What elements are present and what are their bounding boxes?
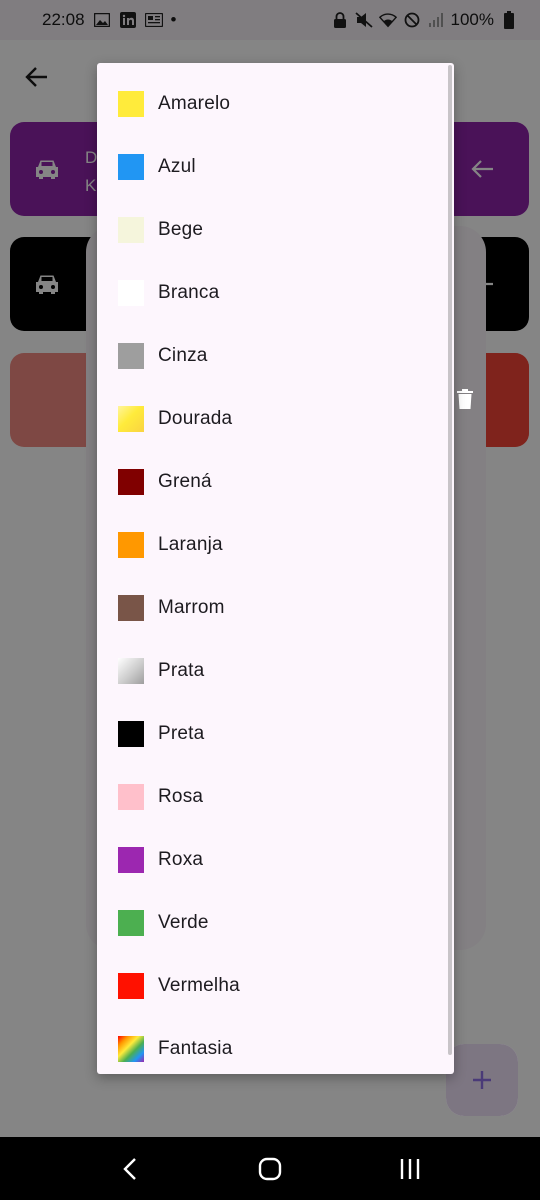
color-swatch (118, 846, 144, 873)
back-nav-icon (123, 1157, 136, 1180)
color-option-label: Azul (158, 155, 196, 177)
color-option-prata[interactable]: Prata (97, 639, 447, 702)
color-option-label: Grená (158, 470, 212, 492)
color-option-label: Marrom (158, 596, 225, 618)
color-swatch (118, 216, 144, 243)
trash-icon[interactable] (457, 389, 473, 409)
color-option-label: Roxa (158, 848, 204, 870)
color-option-label: Amarelo (158, 92, 231, 114)
recents-nav-icon (400, 1158, 420, 1179)
color-option-roxa[interactable]: Roxa (97, 828, 447, 891)
color-option-label: Prata (158, 659, 205, 681)
color-swatch (118, 657, 144, 684)
color-option-label: Rosa (158, 785, 204, 807)
color-option-label: Branca (158, 281, 220, 303)
color-option-fantasia[interactable]: Fantasia (97, 1017, 447, 1074)
color-swatch (118, 468, 144, 495)
menu-scrollbar[interactable] (448, 65, 452, 1055)
color-option-bege[interactable]: Bege (97, 198, 447, 261)
color-option-verde[interactable]: Verde (97, 891, 447, 954)
color-option-label: Dourada (158, 407, 233, 429)
nav-back-button[interactable] (100, 1144, 160, 1194)
nav-home-button[interactable] (240, 1144, 300, 1194)
color-option-laranja[interactable]: Laranja (97, 513, 447, 576)
color-swatch (118, 153, 144, 180)
color-swatch (118, 531, 144, 558)
color-swatch (118, 594, 144, 621)
color-option-marrom[interactable]: Marrom (97, 576, 447, 639)
color-swatch (118, 720, 144, 747)
plus-icon (473, 1071, 491, 1089)
color-option-rosa[interactable]: Rosa (97, 765, 447, 828)
color-option-label: Fantasia (158, 1037, 233, 1059)
nav-recents-button[interactable] (380, 1144, 440, 1194)
color-option-cinza[interactable]: Cinza (97, 324, 447, 387)
color-swatch (118, 90, 144, 117)
color-option-label: Cinza (158, 344, 208, 366)
color-swatch (118, 342, 144, 369)
color-option-azul[interactable]: Azul (97, 135, 447, 198)
color-swatch (118, 972, 144, 999)
color-option-label: Verde (158, 911, 209, 933)
color-option-branca[interactable]: Branca (97, 261, 447, 324)
color-option-label: Vermelha (158, 974, 240, 996)
navigation-bar (0, 1137, 540, 1200)
color-swatch (118, 783, 144, 810)
fab-plus-wrapper (446, 1044, 518, 1116)
color-swatch (118, 279, 144, 306)
color-option-dourada[interactable]: Dourada (97, 387, 447, 450)
color-swatch (118, 909, 144, 936)
color-option-label: Preta (158, 722, 205, 744)
color-option-amarelo[interactable]: Amarelo (97, 72, 447, 135)
color-dropdown-menu: Amarelo Azul Bege Branca Cinza Dourada Grená La… (97, 63, 454, 1074)
color-option-label: Bege (158, 218, 204, 240)
color-swatch (118, 405, 144, 432)
color-option-vermelha[interactable]: Vermelha (97, 954, 447, 1017)
color-option-preta[interactable]: Preta (97, 702, 447, 765)
color-option-label: Laranja (158, 533, 223, 555)
color-swatch (118, 1035, 144, 1062)
color-option-grená[interactable]: Grená (97, 450, 447, 513)
home-nav-icon (258, 1157, 282, 1180)
